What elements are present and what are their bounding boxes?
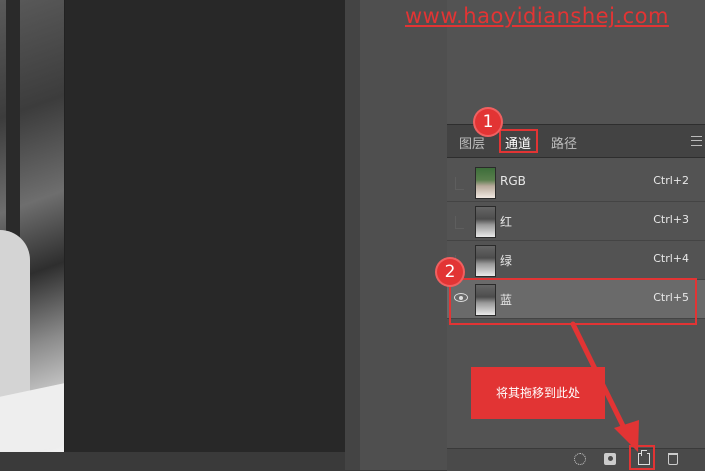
channel-name: 红	[500, 215, 513, 229]
channel-row-red[interactable]: 红 Ctrl+3	[447, 202, 705, 241]
channel-row-rgb[interactable]: RGB Ctrl+2	[447, 163, 705, 202]
new-channel-highlight	[629, 445, 655, 470]
trash-icon[interactable]	[668, 453, 678, 465]
visibility-toggle[interactable]	[455, 177, 464, 190]
step-badge-1: 1	[475, 109, 501, 135]
image-cloth-shape	[0, 383, 64, 459]
panel-gutter	[345, 0, 360, 470]
tab-layers[interactable]: 图层	[459, 133, 485, 152]
tab-paths[interactable]: 路径	[551, 133, 577, 152]
channel-shortcut: Ctrl+2	[653, 174, 689, 187]
canvas-area[interactable]	[65, 0, 345, 452]
mask-icon[interactable]	[604, 453, 616, 465]
step-badge-2: 2	[437, 259, 463, 285]
channel-name: 绿	[500, 254, 513, 268]
channel-shortcut: Ctrl+3	[653, 213, 689, 226]
tab-channels-highlight	[499, 129, 538, 153]
instruction-callout: 将其拖移到此处	[471, 367, 605, 419]
visibility-toggle[interactable]	[455, 216, 464, 229]
channel-row-green[interactable]: 绿 Ctrl+4	[447, 241, 705, 280]
panel-menu-icon[interactable]	[691, 136, 702, 146]
blue-channel-highlight	[449, 278, 697, 325]
channel-thumbnail	[475, 245, 496, 277]
channel-thumbnail	[475, 206, 496, 238]
document-image	[0, 0, 65, 459]
dotted-circle-icon[interactable]	[574, 453, 586, 465]
channel-name: RGB	[500, 174, 526, 188]
collapsed-panel-strip	[360, 0, 448, 470]
channels-toolbar	[447, 448, 705, 471]
channel-shortcut: Ctrl+4	[653, 252, 689, 265]
status-bar	[0, 452, 360, 470]
channel-thumbnail	[475, 167, 496, 199]
watermark-text: www.haoyidianshej.com	[405, 4, 669, 28]
